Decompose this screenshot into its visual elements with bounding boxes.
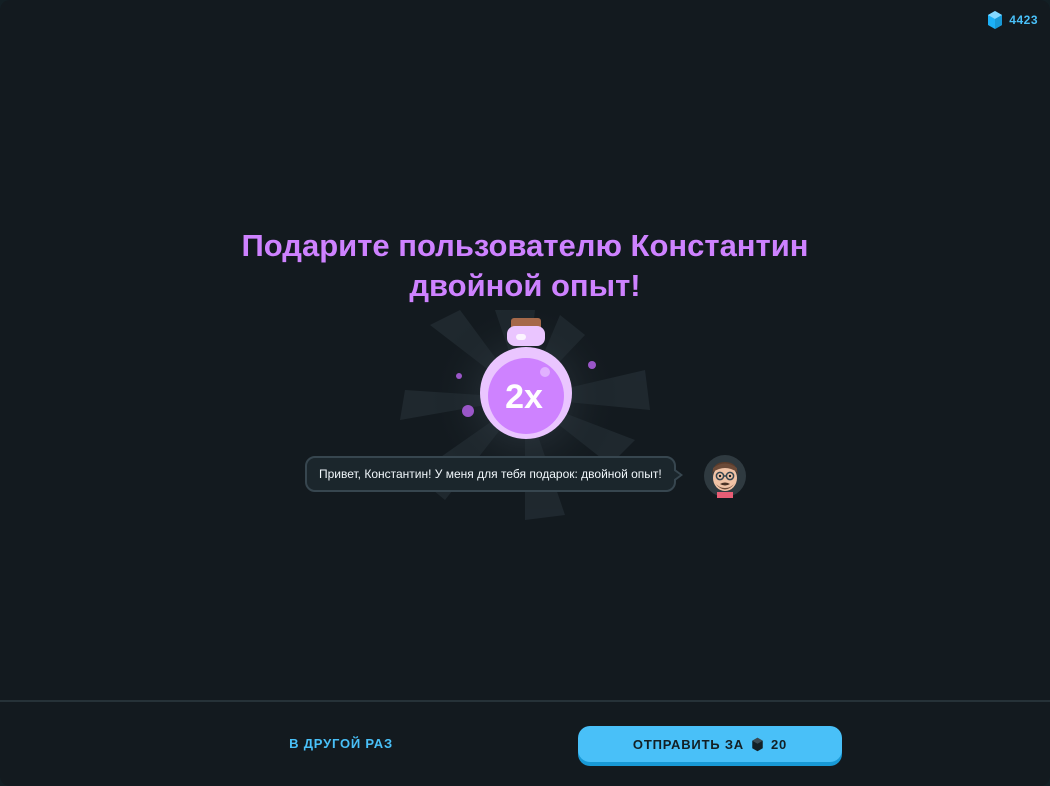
maybe-later-button[interactable]: В ДРУГОЙ РАЗ (280, 736, 402, 751)
gem-count: 4423 (1009, 13, 1038, 27)
gift-xp-screen: 4423 Подарите пользователю Константин дв… (0, 0, 1050, 786)
potion-label: 2x (505, 378, 543, 416)
title-line-1: Подарите пользователю Константин (241, 228, 809, 263)
sparkle-dot (462, 405, 474, 417)
user-avatar (704, 455, 746, 498)
send-cost: 20 (771, 736, 788, 752)
page-title: Подарите пользователю Константин двойной… (0, 226, 1050, 306)
sparkle-dot (456, 373, 462, 379)
gem-counter[interactable]: 4423 (987, 10, 1038, 30)
sparkle-dot (588, 361, 596, 369)
gem-icon (752, 737, 763, 751)
speech-bubble: Привет, Константин! У меня для тебя пода… (305, 456, 683, 492)
gem-icon (988, 11, 1003, 29)
footer-bar: В ДРУГОЙ РАЗ ОТПРАВИТЬ ЗА 20 (0, 700, 1050, 786)
gift-message: Привет, Константин! У меня для тебя пода… (319, 467, 662, 481)
send-button-label: ОТПРАВИТЬ ЗА (632, 736, 744, 752)
send-gift-button[interactable]: ОТПРАВИТЬ ЗА 20 (578, 726, 842, 762)
